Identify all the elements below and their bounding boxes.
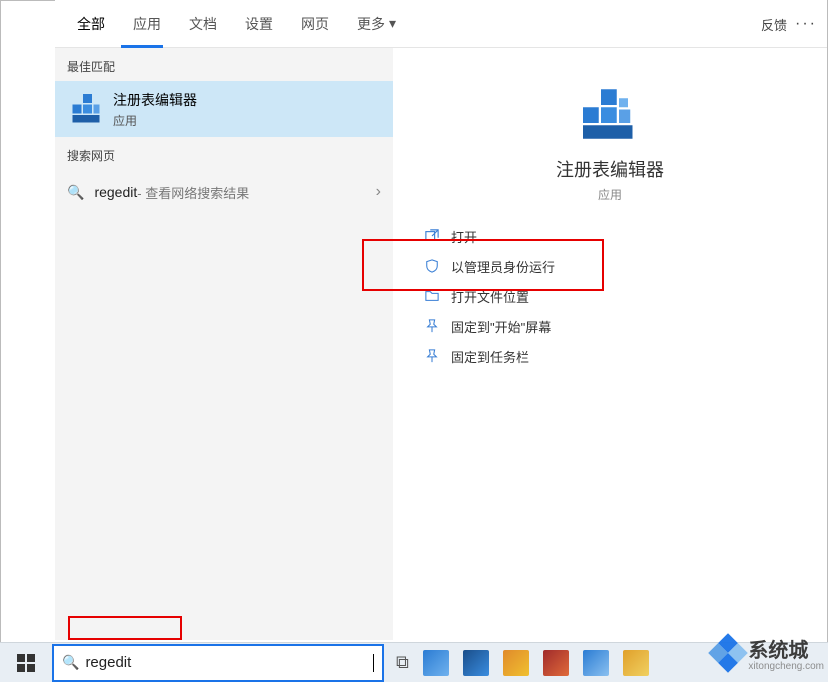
admin-icon: [421, 259, 443, 273]
folder-icon: [421, 289, 443, 303]
action-run-admin[interactable]: 以管理员身份运行: [421, 251, 827, 281]
detail-type: 应用: [393, 186, 827, 203]
regedit-icon: [67, 90, 105, 128]
tab-web[interactable]: 网页: [287, 0, 343, 48]
action-pin-taskbar-label: 固定到任务栏: [451, 347, 529, 366]
search-input[interactable]: [85, 654, 371, 671]
web-desc: - 查看网络搜索结果: [137, 183, 249, 202]
more-options-button[interactable]: ···: [795, 0, 817, 48]
app-large-icon: [570, 78, 650, 150]
taskbar-search-box[interactable]: 🔍: [52, 644, 384, 682]
action-pin-start-label: 固定到"开始"屏幕: [451, 317, 551, 336]
taskbar-app-icon[interactable]: [503, 650, 529, 676]
tab-more-label: 更多: [357, 14, 385, 34]
open-icon: [421, 229, 443, 243]
web-term: regedit: [94, 184, 137, 200]
feedback-link[interactable]: 反馈: [761, 0, 787, 48]
best-match-subtitle: 应用: [113, 112, 197, 129]
action-open-location[interactable]: 打开文件位置: [421, 281, 827, 311]
taskbar-app-icon[interactable]: [463, 650, 489, 676]
action-open-label: 打开: [451, 227, 477, 246]
action-pin-start[interactable]: 固定到"开始"屏幕: [421, 311, 827, 341]
taskbar-app-icon[interactable]: [423, 650, 449, 676]
watermark: 系统城 xitongcheng.com: [714, 634, 824, 672]
tabs-row: 全部 应用 文档 设置 网页 更多 ▾ 反馈 ···: [55, 0, 827, 48]
taskbar-app-icon[interactable]: [583, 650, 609, 676]
action-location-label: 打开文件位置: [451, 287, 529, 306]
search-icon: 🔍: [67, 184, 84, 201]
watermark-logo-icon: [709, 633, 749, 673]
task-view-icon[interactable]: ⧉: [396, 652, 409, 673]
actions-list: 打开 以管理员身份运行 打开文件位置 固定到"开始"屏幕: [393, 221, 827, 371]
best-match-header: 最佳匹配: [55, 48, 393, 81]
taskbar: 🔍 ⧉: [0, 642, 828, 682]
results-column: 最佳匹配 注册表编辑器 应用 搜索网页 🔍 regedit - 查看网络搜索结果: [55, 48, 393, 640]
tab-docs[interactable]: 文档: [175, 0, 231, 48]
action-admin-label: 以管理员身份运行: [451, 257, 555, 276]
start-button[interactable]: [0, 643, 52, 683]
watermark-text-en: xitongcheng.com: [748, 661, 824, 672]
chevron-down-icon: ▾: [389, 15, 396, 32]
web-header: 搜索网页: [55, 137, 393, 170]
action-pin-taskbar[interactable]: 固定到任务栏: [421, 341, 827, 371]
taskbar-app-icon[interactable]: [623, 650, 649, 676]
tab-settings[interactable]: 设置: [231, 0, 287, 48]
text-cursor: [373, 654, 374, 672]
pin-icon: [421, 349, 443, 363]
detail-column: 注册表编辑器 应用 打开 以管理员身份运行 打开文件位置: [393, 48, 827, 640]
web-search-item[interactable]: 🔍 regedit - 查看网络搜索结果 ›: [55, 170, 393, 214]
tab-all[interactable]: 全部: [63, 0, 119, 48]
search-panel: 全部 应用 文档 设置 网页 更多 ▾ 反馈 ··· 最佳匹配: [55, 0, 827, 640]
best-match-title: 注册表编辑器: [113, 90, 197, 110]
action-open[interactable]: 打开: [421, 221, 827, 251]
detail-title: 注册表编辑器: [393, 156, 827, 182]
tab-apps[interactable]: 应用: [119, 0, 175, 48]
best-match-text: 注册表编辑器 应用: [113, 90, 197, 129]
best-match-item[interactable]: 注册表编辑器 应用: [55, 81, 393, 137]
chevron-right-icon: ›: [376, 183, 381, 201]
watermark-text-cn: 系统城: [748, 640, 808, 662]
search-icon: 🔍: [62, 654, 79, 671]
taskbar-icons: ⧉: [396, 650, 649, 676]
taskbar-app-icon[interactable]: [543, 650, 569, 676]
pin-icon: [421, 319, 443, 333]
tab-more[interactable]: 更多 ▾: [343, 0, 410, 48]
